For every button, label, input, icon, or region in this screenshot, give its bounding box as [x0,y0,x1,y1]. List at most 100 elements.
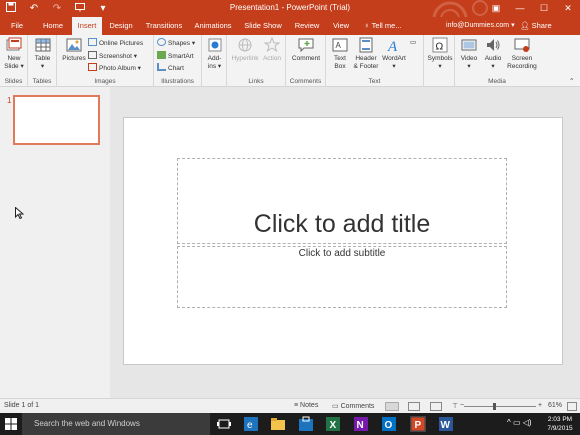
tab-file[interactable]: File [6,17,28,35]
tab-insert[interactable]: Insert [72,17,102,35]
slides-group: New Slide ▾ Slides [0,35,28,87]
pictures-button[interactable]: Pictures [60,37,88,63]
text-box-button[interactable]: A Text Box [328,37,352,71]
tab-home[interactable]: Home [38,17,68,35]
group-label-comments: Comments [289,78,322,85]
lightbulb-icon: ♀ [364,21,372,30]
tab-animations[interactable]: Animations [190,17,236,35]
fit-to-window-icon[interactable] [567,402,577,411]
comment-button[interactable]: Comment [288,37,324,63]
tab-slide-show[interactable]: Slide Show [240,17,286,35]
tab-view[interactable]: View [328,17,354,35]
addins-group: Add- ins ▾ [202,35,227,87]
smartart-button[interactable]: SmartArt [157,51,194,61]
tables-group: Table ▾ Tables [28,35,57,87]
svg-text:N: N [357,420,364,431]
hyperlink-icon [238,38,252,52]
share-button[interactable]: 👤︎ Share [520,21,552,30]
reading-view-icon[interactable] [430,402,442,411]
hyperlink-button[interactable]: Hyperlink [229,37,261,63]
shapes-button[interactable]: Shapes ▾ [157,38,195,48]
screen-recording-button[interactable]: Screen Recording [505,37,539,71]
screenshot-icon [88,51,97,59]
normal-view-icon[interactable] [385,402,399,411]
slide-thumbnail-number: 1 [7,96,12,105]
store-icon[interactable] [298,416,314,432]
zoom-level[interactable]: 61% [548,402,562,409]
edge-browser-icon[interactable]: e [243,416,259,432]
audio-button[interactable]: Audio ▾ [481,37,505,71]
slide-show-view-icon[interactable]: ⊤ [452,402,458,410]
online-pictures-button[interactable]: Online Pictures [88,38,143,48]
onenote-icon[interactable]: N [353,416,369,432]
maximize-icon[interactable]: ☐ [532,0,556,17]
group-label-illustrations: Illustrations [161,78,194,85]
links-group: Hyperlink Action Links [227,35,286,87]
zoom-slider-thumb[interactable] [493,403,496,410]
video-button[interactable]: Video ▾ [457,37,481,71]
header-footer-button[interactable]: Header & Footer [352,37,380,71]
tell-me-search[interactable]: ♀ Tell me... [364,21,402,30]
tab-transitions[interactable]: Transitions [142,17,186,35]
addins-icon [208,38,221,52]
chart-button[interactable]: Chart [157,63,184,73]
group-label-links: Links [248,78,264,85]
slide-thumbnail[interactable] [13,95,100,145]
task-view-icon[interactable] [216,416,232,432]
header-footer-icon [359,37,373,53]
notes-button[interactable]: ≡ Notes [294,402,318,409]
taskbar-clock[interactable]: 2:03 PM 7/9/2015 [540,415,580,433]
collapse-ribbon-icon[interactable]: ⌃ [569,77,574,86]
taskbar-search-box[interactable]: Search the web and Windows [22,413,210,435]
text-more-icon[interactable]: ▭ [410,38,416,47]
svg-text:e: e [247,420,253,431]
pictures-icon [66,38,82,52]
close-icon[interactable]: ✕ [556,0,580,17]
comments-icon: ▭ [332,403,341,410]
window-controls: ▣ — ☐ ✕ [484,0,580,17]
excel-icon[interactable]: X [325,416,341,432]
windows-start-icon[interactable] [0,413,22,435]
symbols-button[interactable]: Ω Symbols ▾ [426,37,454,71]
svg-text:A: A [336,41,342,50]
minimize-icon[interactable]: — [508,0,532,17]
word-icon[interactable]: W [438,416,454,432]
zoom-slider[interactable] [464,406,536,407]
svg-text:O: O [385,420,393,431]
powerpoint-taskbar-icon[interactable]: P [410,416,426,432]
svg-text:W: W [441,420,451,431]
new-slide-button[interactable]: New Slide ▾ [2,37,26,71]
illustrations-group: Shapes ▾ SmartArt Chart Illustrations [154,35,202,87]
ribbon: New Slide ▾ Slides Table ▾ Tables Picture… [0,35,580,87]
ribbon-display-options-icon[interactable]: ▣ [484,0,508,17]
images-group: Pictures Online Pictures Screenshot ▾ Ph… [57,35,154,87]
video-icon [461,39,477,51]
wordart-button[interactable]: A WordArt ▾ [380,37,408,71]
tab-review[interactable]: Review [290,17,324,35]
account-name[interactable]: info@Dummies.com ▾ [446,21,515,29]
screenshot-button[interactable]: Screenshot ▾ [88,51,137,61]
outlook-icon[interactable]: O [381,416,397,432]
addins-button[interactable]: Add- ins ▾ [204,37,225,71]
zoom-in-icon[interactable]: + [538,402,542,409]
smartart-icon [157,51,166,59]
svg-text:X: X [330,420,337,431]
svg-text:A: A [387,39,398,53]
group-label-tables: Tables [32,78,52,85]
shapes-icon [157,38,166,46]
photo-album-button[interactable]: Photo Album ▾ [88,63,141,73]
text-group: A Text Box Header & Footer A WordArt ▾ ▭… [326,35,424,87]
comments-group: Comment Comments [286,35,326,87]
comments-status-button[interactable]: ▭ Comments [332,402,374,410]
svg-text:P: P [415,420,422,431]
comment-icon [298,38,314,53]
system-tray-icons[interactable]: ^ ▭ ◁) [507,418,532,427]
speaker-icon [487,39,500,51]
table-button[interactable]: Table ▾ [31,37,54,71]
person-icon: 👤︎ [520,21,532,30]
tab-design[interactable]: Design [104,17,138,35]
slide-sorter-icon[interactable] [408,402,420,411]
action-button[interactable]: Action [261,37,283,63]
file-explorer-icon[interactable] [270,416,286,432]
photo-album-icon [88,63,97,71]
